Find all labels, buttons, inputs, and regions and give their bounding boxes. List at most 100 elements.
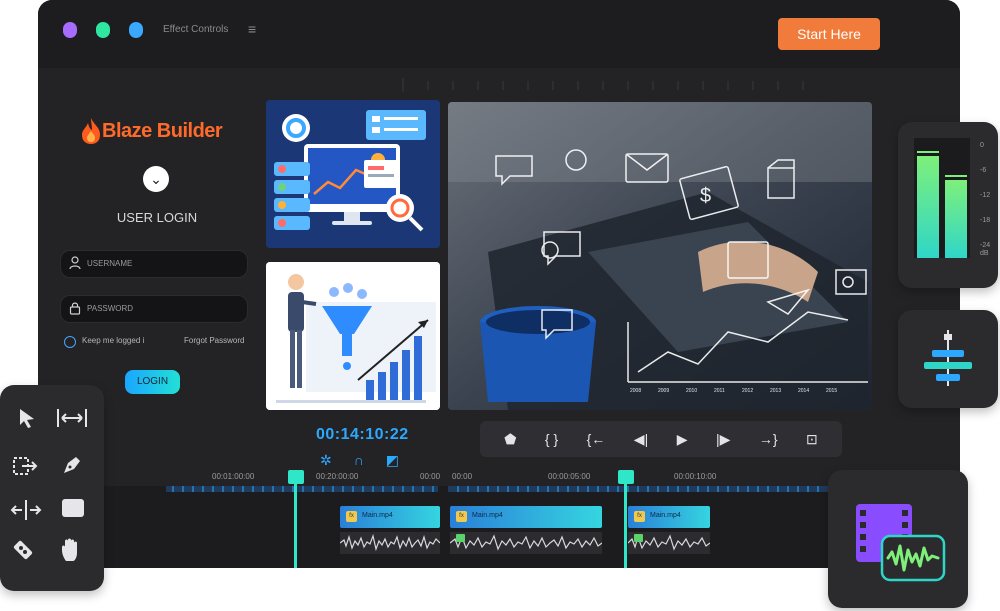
chart-year: 2012 (742, 388, 753, 394)
forgot-password-link[interactable]: Forgot Password (184, 336, 244, 345)
rectangle-icon[interactable] (60, 497, 86, 519)
panel-title: Effect Controls (163, 24, 229, 35)
meter-scale-label: -6 (980, 167, 987, 174)
chart-year: 2013 (770, 388, 781, 394)
meter-bar-right (945, 180, 967, 258)
time-label: 00:00:10:00 (674, 472, 717, 481)
video-clip[interactable]: fx Main.mp4 (340, 506, 440, 528)
marker-icon[interactable]: ⬟ (504, 431, 516, 448)
time-label: 00:00:05:00 (548, 472, 591, 481)
snap-magnet-icon[interactable]: ∩ (354, 452, 364, 469)
fx-badge: fx (634, 511, 645, 522)
flame-icon (82, 118, 100, 144)
chart-year: 2015 (826, 388, 837, 394)
time-label: 00:00 (420, 472, 441, 481)
razor-icon[interactable] (10, 537, 36, 563)
audio-waveform[interactable] (450, 532, 602, 554)
align-panel (898, 310, 998, 408)
clip-label: Main.mp4 (362, 512, 393, 519)
user-icon (69, 256, 81, 270)
in-out-icon[interactable]: { } (545, 431, 558, 447)
step-back-icon[interactable]: ◀| (634, 431, 648, 448)
play-icon[interactable]: ▶ (677, 431, 688, 448)
dashboard-thumbnail[interactable] (266, 100, 440, 248)
align-center-icon[interactable] (920, 328, 976, 388)
login-button[interactable]: LOGIN (125, 370, 180, 394)
track-select-icon[interactable] (12, 455, 40, 477)
meter-scale-label: dB (980, 250, 989, 257)
video-clip[interactable]: fx Main.mp4 (628, 506, 710, 528)
timeline-panel[interactable]: fx Main.mp4 fx Main.mp4 fx Main.mp4 (38, 486, 960, 568)
playhead-line[interactable] (624, 484, 627, 568)
meter-bar-left (917, 156, 939, 258)
video-preview[interactable]: $ 2008 2009 2010 2011 2012 2013 2014 201… (448, 102, 872, 410)
audio-meter-panel: 0 -6 -12 -18 -24 dB (898, 122, 998, 288)
analytics-illustration (266, 100, 440, 248)
clip-label: Main.mp4 (472, 512, 503, 519)
window-dot-green[interactable] (96, 22, 110, 38)
time-label: 00:00 (452, 472, 473, 481)
clip-tools: ✲ ∩ ◩ (320, 452, 399, 469)
audio-waveform[interactable] (628, 532, 710, 554)
chart-year: 2008 (630, 388, 641, 394)
username-field[interactable]: USERNAME (60, 250, 248, 278)
magic-wand-icon[interactable]: ✲ (320, 452, 332, 469)
time-label: 00:01:00:00 (212, 472, 255, 481)
username-placeholder: USERNAME (87, 259, 133, 268)
chart-year: 2014 (798, 388, 809, 394)
audio-level-meter (914, 138, 970, 258)
password-placeholder: PASSWORD (87, 304, 134, 313)
window-dot-blue[interactable] (129, 22, 143, 38)
playhead-line[interactable] (294, 484, 297, 568)
chart-year: 2009 (658, 388, 669, 394)
hand-icon[interactable] (60, 537, 84, 563)
preview-frame-image: $ 2008 2009 2010 2011 2012 2013 2014 201… (448, 102, 872, 410)
playback-controls: ⬟ { } {← ◀| ▶ |▶ →} ⊡ (480, 421, 842, 457)
tools-panel (0, 385, 104, 591)
chart-year: 2010 (686, 388, 697, 394)
linked-selection-icon[interactable]: ◩ (386, 452, 399, 469)
meter-scale-label: -24 (980, 242, 991, 249)
chevron-down-icon[interactable]: ⌄ (143, 166, 169, 192)
video-clip[interactable]: fx Main.mp4 (450, 506, 602, 528)
step-forward-icon[interactable]: |▶ (716, 431, 730, 448)
video-audio-icon[interactable] (854, 500, 946, 584)
selection-icon[interactable] (16, 407, 38, 429)
start-here-button[interactable]: Start Here (778, 18, 880, 50)
login-form-preview: Blaze Builder ⌄ USER LOGIN USERNAME PASS… (60, 100, 250, 400)
top-bar: Effect Controls ≡ Start Here (38, 0, 960, 68)
remember-checkbox[interactable] (64, 336, 76, 348)
lock-icon (69, 302, 81, 315)
funnel-thumbnail[interactable] (266, 262, 440, 410)
timecode: 00:14:10:22 (316, 426, 409, 443)
svg-text:$: $ (700, 185, 711, 207)
funnel-illustration (266, 262, 440, 410)
slip-icon[interactable] (10, 499, 42, 521)
meter-scale-label: -12 (980, 192, 991, 199)
remember-label: Keep me logged i (82, 336, 145, 345)
timeline-ruler (166, 486, 918, 492)
chart-year: 2011 (714, 388, 725, 394)
pen-icon[interactable] (60, 453, 84, 477)
go-to-in-icon[interactable]: {← (587, 431, 606, 447)
brand-logo: Blaze Builder (80, 116, 223, 146)
menu-icon[interactable]: ≡ (248, 21, 256, 37)
meter-scale-label: -18 (980, 217, 991, 224)
clip-label: Main.mp4 (650, 512, 681, 519)
top-ruler (402, 78, 804, 92)
media-app-panel (828, 470, 968, 608)
playhead-handle[interactable] (288, 470, 304, 484)
window-dot-purple[interactable] (63, 22, 77, 38)
fx-badge: fx (456, 511, 467, 522)
password-field[interactable]: PASSWORD (60, 295, 248, 323)
login-heading: USER LOGIN (116, 210, 198, 225)
editor-window: Effect Controls ≡ Start Here Blaze Build… (38, 0, 960, 568)
time-label: 00:20:00:00 (316, 472, 359, 481)
fx-badge: fx (346, 511, 357, 522)
export-frame-icon[interactable]: ⊡ (806, 431, 818, 448)
playhead-handle[interactable] (618, 470, 634, 484)
go-to-out-icon[interactable]: →} (759, 431, 778, 447)
brand-name: Blaze Builder (102, 119, 223, 142)
audio-waveform[interactable] (340, 532, 440, 554)
ripple-edit-icon[interactable] (56, 407, 88, 429)
